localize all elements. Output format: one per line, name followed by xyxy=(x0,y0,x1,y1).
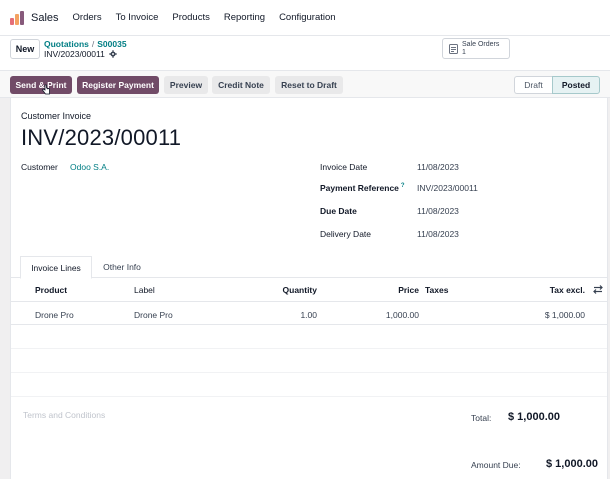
invoice-form-sheet: Customer Invoice INV/2023/00011 Customer… xyxy=(10,98,608,479)
invoice-date-field[interactable]: 11/08/2023 xyxy=(417,162,459,172)
table-header-divider xyxy=(11,301,607,302)
new-button[interactable]: New xyxy=(10,39,40,59)
delivery-date-label: Delivery Date xyxy=(320,229,372,239)
column-price[interactable]: Price xyxy=(361,285,419,295)
table-row-divider xyxy=(11,324,607,325)
current-record-name: INV/2023/00011 xyxy=(44,49,105,59)
action-bar: Send & Print Register Payment Preview Cr… xyxy=(0,70,610,98)
status-draft[interactable]: Draft xyxy=(514,76,552,94)
customer-label: Customer xyxy=(21,162,58,172)
sale-orders-smart-button[interactable]: Sale Orders 1 xyxy=(442,38,510,59)
send-print-button[interactable]: Send & Print xyxy=(10,76,72,94)
menu-configuration[interactable]: Configuration xyxy=(279,12,336,23)
terms-and-conditions-field[interactable]: Terms and Conditions xyxy=(23,410,105,420)
line-price[interactable]: 1,000.00 xyxy=(361,310,419,320)
gear-icon[interactable] xyxy=(109,50,117,58)
tab-other-info[interactable]: Other Info xyxy=(92,256,152,278)
current-record: INV/2023/00011 xyxy=(44,49,117,59)
menu-orders[interactable]: Orders xyxy=(73,12,102,23)
invoice-date-label: Invoice Date xyxy=(320,162,368,172)
credit-note-button[interactable]: Credit Note xyxy=(212,76,270,94)
column-tax-excl[interactable]: Tax excl. xyxy=(531,285,585,295)
breadcrumb: Quotations / S00035 xyxy=(44,39,127,49)
table-row-divider xyxy=(11,372,607,373)
column-taxes[interactable]: Taxes xyxy=(425,285,448,295)
due-date-label: Due Date xyxy=(320,206,357,216)
line-product[interactable]: Drone Pro xyxy=(35,310,74,320)
notebook-tabs: Invoice Lines Other Info xyxy=(11,256,607,279)
status-bar: Draft Posted xyxy=(514,76,600,94)
help-tooltip-icon[interactable]: ? xyxy=(401,183,405,189)
amount-due-value: $ 1,000.00 xyxy=(546,458,598,470)
smart-button-count: 1 xyxy=(462,48,466,56)
preview-button[interactable]: Preview xyxy=(164,76,208,94)
menu-products[interactable]: Products xyxy=(172,12,210,23)
due-date-field[interactable]: 11/08/2023 xyxy=(417,206,459,216)
payment-reference-field[interactable]: INV/2023/00011 xyxy=(417,183,478,193)
tab-invoice-lines[interactable]: Invoice Lines xyxy=(20,256,92,279)
register-payment-button[interactable]: Register Payment xyxy=(77,76,159,94)
status-posted[interactable]: Posted xyxy=(552,76,600,94)
table-row-divider xyxy=(11,348,607,349)
invoice-number-title: INV/2023/00011 xyxy=(21,125,182,150)
column-product[interactable]: Product xyxy=(35,285,67,295)
delivery-date-field[interactable]: 11/08/2023 xyxy=(417,229,459,239)
breadcrumb-quotations[interactable]: Quotations xyxy=(44,39,89,49)
customer-field[interactable]: Odoo S.A. xyxy=(70,162,109,172)
total-label: Total: xyxy=(471,413,492,423)
menu-to-invoice[interactable]: To Invoice xyxy=(116,12,159,23)
line-tax-excl: $ 1,000.00 xyxy=(544,310,585,320)
line-label[interactable]: Drone Pro xyxy=(134,310,173,320)
document-icon xyxy=(449,43,458,54)
breadcrumb-order[interactable]: S00035 xyxy=(97,39,126,49)
breadcrumb-separator: / xyxy=(91,39,95,49)
control-panel: New Quotations / S00035 INV/2023/00011 Sal… xyxy=(0,36,610,70)
column-quantity[interactable]: Quantity xyxy=(261,285,317,295)
reset-to-draft-button[interactable]: Reset to Draft xyxy=(275,76,343,94)
optional-columns-toggle-icon[interactable] xyxy=(593,285,603,294)
column-label[interactable]: Label xyxy=(134,285,155,295)
total-value: $ 1,000.00 xyxy=(508,411,560,423)
amount-due-label: Amount Due: xyxy=(471,460,521,470)
hand-cursor-icon xyxy=(42,84,50,95)
payment-reference-label: Payment Reference? xyxy=(320,183,405,193)
smart-button-label: Sale Orders xyxy=(462,40,500,48)
line-quantity[interactable]: 1.00 xyxy=(261,310,317,320)
app-name[interactable]: Sales xyxy=(31,12,59,24)
table-row-divider xyxy=(11,396,607,397)
top-navbar: Sales Orders To Invoice Products Reporti… xyxy=(0,0,610,36)
payment-reference-label-text: Payment Reference xyxy=(320,183,399,193)
sales-app-logo-icon[interactable] xyxy=(9,10,25,26)
menu-reporting[interactable]: Reporting xyxy=(224,12,265,23)
document-type-label: Customer Invoice xyxy=(21,111,92,121)
